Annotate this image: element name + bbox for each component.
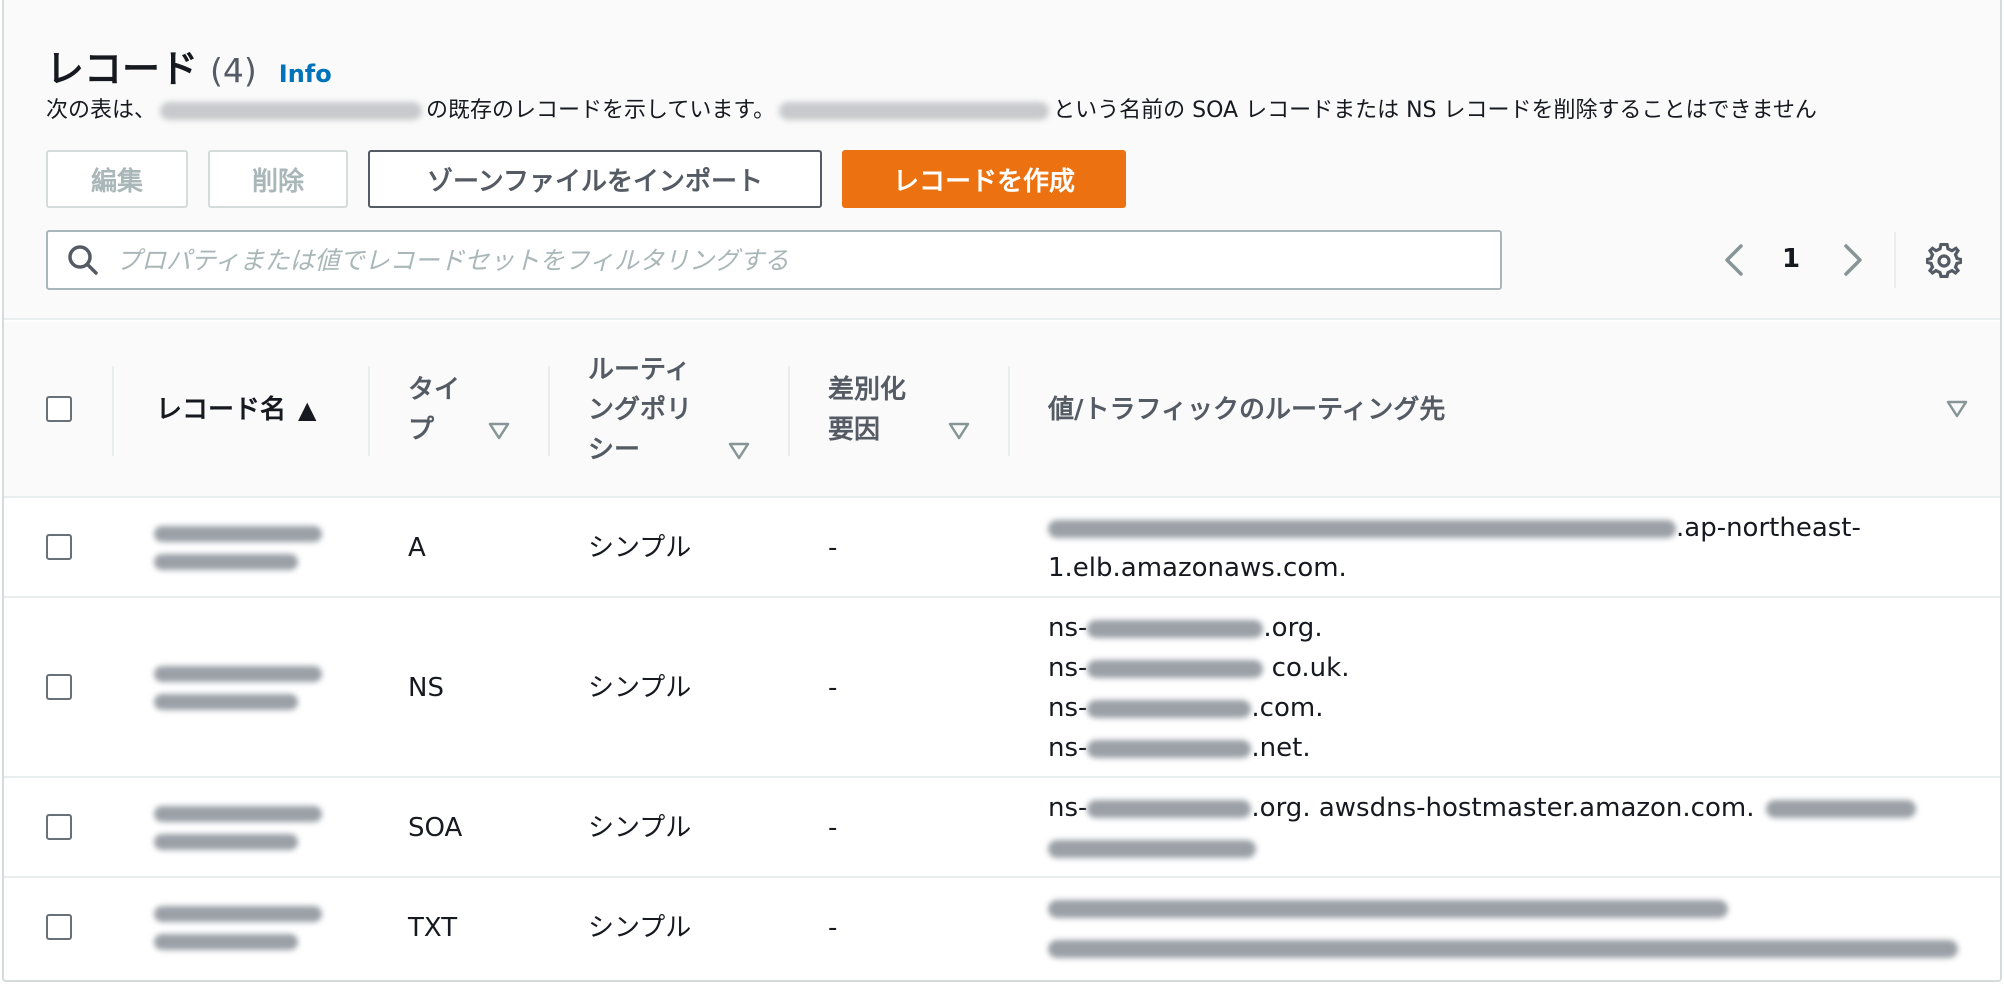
differentiator: - (828, 813, 838, 843)
value-suffix: .ap-northeast- (1676, 513, 1861, 543)
value-prefix: ns- (1048, 693, 1088, 723)
description-middle: の既存のレコードを示しています。 (426, 98, 776, 123)
value-suffix: .com. (1251, 693, 1324, 723)
column-header-differentiator[interactable]: 差別化 要因 (828, 352, 948, 468)
routing-policy: シンプル (588, 913, 692, 943)
column-type-label-2: プ (408, 415, 435, 445)
record-type: TXT (408, 913, 458, 943)
title-row: レコード (4) Info (46, 38, 332, 93)
routing-policy: シンプル (588, 533, 692, 563)
value-suffix: co.uk. (1263, 653, 1350, 683)
table-header: レコード名 ▲ タイ プ ルーティ ングポリ シー 差別化 要因 値/トラフィッ… (4, 322, 2000, 498)
redacted-record-name (154, 654, 324, 710)
redacted-domain (160, 102, 423, 120)
column-value-label: 値/トラフィックのルーティング先 (1048, 395, 1446, 425)
column-type-label-1: タイ (408, 375, 461, 405)
column-header-value[interactable]: 値/トラフィックのルーティング先 (1048, 352, 1648, 468)
records-header: レコード (4) Info 次の表は、 の既存のレコードを示しています。 という名前… (4, 0, 2000, 320)
column-routing-label-2: ングポリ (588, 395, 693, 425)
column-name-label: レコード名 (156, 395, 287, 425)
table-row[interactable]: TXT シンプル - (4, 878, 2000, 980)
redacted-record-name (154, 894, 324, 950)
value-suffix: .net. (1251, 733, 1311, 763)
chevron-left-icon (1725, 244, 1743, 276)
settings-gear-icon[interactable] (1925, 242, 1963, 279)
table-row[interactable]: SOA シンプル - ns- .org. awsdns-hostmaster.am… (4, 778, 2000, 878)
column-routing-label-1: ルーティ (588, 355, 691, 385)
value-prefix: ns- (1048, 793, 1088, 823)
differentiator: - (828, 913, 838, 943)
column-divider (368, 366, 370, 456)
current-page[interactable]: 1 (1782, 244, 1800, 274)
description-prefix: 次の表は、 (46, 98, 157, 123)
description: 次の表は、 の既存のレコードを示しています。 という名前の SOA レコードまたは … (46, 92, 1817, 124)
chevron-right-icon (1844, 244, 1862, 276)
previous-page-button[interactable] (1719, 240, 1749, 280)
record-type: NS (408, 673, 444, 703)
row-checkbox[interactable] (46, 674, 72, 700)
column-divider (112, 366, 114, 456)
differentiator: - (828, 533, 838, 563)
sort-icon[interactable] (1946, 400, 1968, 418)
redacted-record-name (154, 514, 324, 570)
row-checkbox[interactable] (46, 914, 72, 940)
column-header-routing-policy[interactable]: ルーティ ングポリ シー (588, 352, 738, 468)
record-value: ns- .org. awsdns-hostmaster.amazon.com. (1048, 788, 1917, 868)
description-suffix: という名前の SOA レコードまたは NS レコードを削除することはできません (1053, 98, 1817, 123)
sort-icon[interactable] (488, 422, 510, 440)
records-table: レコード名 ▲ タイ プ ルーティ ングポリ シー 差別化 要因 値/トラフィッ… (4, 322, 2000, 980)
delete-button[interactable]: 削除 (208, 150, 348, 208)
row-checkbox[interactable] (46, 814, 72, 840)
page-title: レコード (46, 47, 199, 91)
value-line: 1.elb.amazonaws.com. (1048, 553, 1347, 583)
column-diff-label-1: 差別化 (828, 375, 907, 405)
sort-ascending-icon: ▲ (298, 396, 317, 424)
redacted-domain (779, 102, 1050, 120)
routing-policy: シンプル (588, 813, 692, 843)
sort-icon[interactable] (948, 422, 970, 440)
record-type: SOA (408, 813, 463, 843)
value-middle: .org. awsdns-hostmaster.amazon.com. (1251, 793, 1755, 823)
value-suffix: .org. (1263, 613, 1323, 643)
redacted-record-name (154, 794, 324, 850)
column-routing-label-3: シー (588, 435, 641, 465)
search-box[interactable] (46, 230, 1502, 290)
column-divider (548, 366, 550, 456)
records-panel: レコード (4) Info 次の表は、 の既存のレコードを示しています。 という名前… (2, 0, 2002, 982)
search-icon (66, 243, 100, 277)
column-header-name[interactable]: レコード名 ▲ (156, 352, 356, 468)
record-type: A (408, 533, 426, 563)
routing-policy: シンプル (588, 673, 692, 703)
column-divider (1008, 366, 1010, 456)
create-record-button[interactable]: レコードを作成 (842, 150, 1126, 208)
value-prefix: ns- (1048, 653, 1088, 683)
record-value (1048, 888, 1958, 968)
column-header-type[interactable]: タイ プ (408, 352, 508, 468)
select-all-checkbox[interactable] (46, 396, 72, 422)
import-zone-file-button[interactable]: ゾーンファイルをインポート (368, 150, 822, 208)
table-row[interactable]: A シンプル - .ap-northeast- 1.elb.amazonaws.… (4, 498, 2000, 598)
search-input[interactable] (114, 244, 1500, 276)
sort-icon[interactable] (728, 442, 750, 460)
record-value: .ap-northeast- 1.elb.amazonaws.com. (1048, 508, 1861, 588)
divider (1894, 232, 1896, 288)
edit-button[interactable]: 編集 (46, 150, 188, 208)
column-divider (788, 366, 790, 456)
next-page-button[interactable] (1838, 240, 1868, 280)
record-value: ns- .org. ns- co.uk. ns- .com. ns- .net. (1048, 608, 1349, 768)
row-checkbox[interactable] (46, 534, 72, 560)
value-prefix: ns- (1048, 613, 1088, 643)
info-link[interactable]: Info (279, 60, 332, 88)
differentiator: - (828, 673, 838, 703)
table-row[interactable]: NS シンプル - ns- .org. ns- co.uk. ns- .com. n… (4, 598, 2000, 778)
record-count: (4) (210, 51, 257, 90)
value-prefix: ns- (1048, 733, 1088, 763)
column-diff-label-2: 要因 (828, 415, 881, 445)
